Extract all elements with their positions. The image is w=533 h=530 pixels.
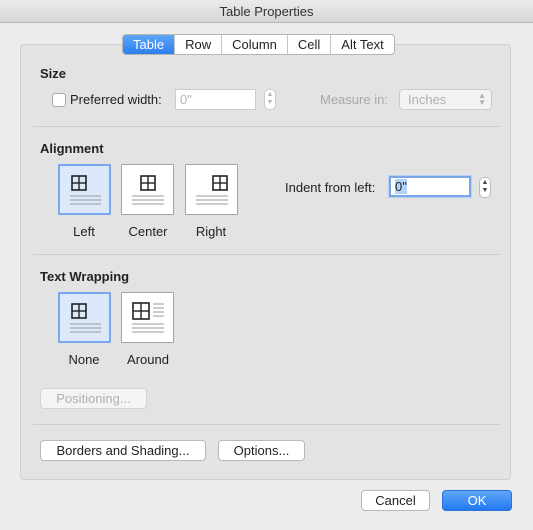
preferred-width-field[interactable]: 0" (175, 89, 256, 110)
tab-cell[interactable]: Cell (286, 35, 330, 54)
separator (33, 424, 500, 425)
measure-in-value: Inches (408, 92, 447, 107)
tab-bar: Table Row Column Cell Alt Text (122, 34, 395, 55)
text-wrapping-section-title: Text Wrapping (40, 269, 130, 284)
tab-table[interactable]: Table (123, 35, 175, 54)
indent-stepper[interactable]: ▲ ▼ (479, 177, 491, 198)
wrap-none-label: None (68, 352, 100, 367)
align-center-label: Center (128, 224, 168, 239)
align-right-option[interactable] (185, 164, 238, 215)
separator (33, 126, 500, 127)
updown-chevron-icon: ▲ ▼ (478, 91, 486, 107)
table-left-icon (70, 175, 101, 205)
preferred-width-stepper[interactable]: ▲ ▼ (264, 89, 276, 110)
positioning-button[interactable]: Positioning... (40, 388, 147, 409)
size-section-title: Size (40, 66, 67, 81)
align-right-label: Right (195, 224, 227, 239)
window-title: Table Properties (0, 0, 533, 23)
table-right-icon (196, 175, 228, 205)
tab-alt-text[interactable]: Alt Text (330, 35, 393, 54)
ok-button[interactable]: OK (442, 490, 512, 511)
borders-and-shading-button[interactable]: Borders and Shading... (40, 440, 206, 461)
indent-value: 0" (395, 179, 407, 194)
wrap-none-option[interactable] (58, 292, 111, 343)
measure-in-label: Measure in: (320, 92, 388, 107)
align-left-option[interactable] (58, 164, 111, 215)
separator (33, 254, 500, 255)
tab-row[interactable]: Row (174, 35, 221, 54)
table-center-icon (132, 175, 164, 205)
cancel-button[interactable]: Cancel (361, 490, 430, 511)
measure-in-popup[interactable]: Inches ▲ ▼ (399, 89, 492, 110)
preferred-width-checkbox[interactable] (52, 93, 66, 107)
options-button[interactable]: Options... (218, 440, 305, 461)
preferred-width-label: Preferred width: (70, 92, 162, 107)
align-left-label: Left (73, 224, 95, 239)
indent-from-left-field[interactable]: 0" (389, 176, 471, 197)
wrap-around-label: Around (127, 352, 169, 367)
alignment-section-title: Alignment (40, 141, 104, 156)
table-no-wrap-icon (70, 303, 101, 333)
chevron-down-icon: ▼ (266, 99, 274, 106)
chevron-down-icon: ▼ (481, 187, 489, 194)
align-center-option[interactable] (121, 164, 174, 215)
chevron-up-icon: ▲ (481, 179, 489, 186)
indent-from-left-label: Indent from left: (285, 180, 376, 195)
wrap-around-option[interactable] (121, 292, 174, 343)
table-wrap-around-icon (132, 302, 164, 333)
chevron-up-icon: ▲ (266, 91, 274, 98)
tab-column[interactable]: Column (221, 35, 287, 54)
